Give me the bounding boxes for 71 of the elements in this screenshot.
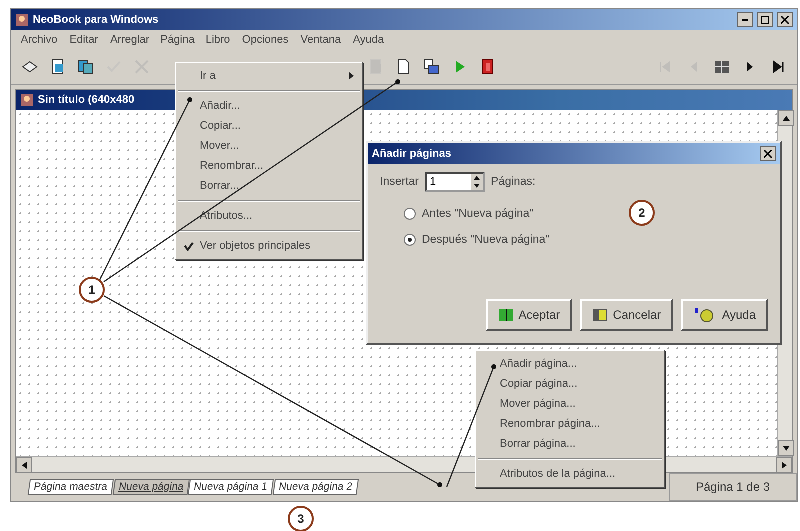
close-button[interactable] (760, 146, 776, 161)
radio-button[interactable] (404, 234, 416, 246)
menu-item[interactable]: Copiar página... (476, 374, 664, 394)
pages-label: Páginas: (491, 176, 536, 188)
radio-label: Después "Nueva página" (422, 234, 550, 246)
page-tab[interactable]: Nueva página 2 (272, 479, 359, 495)
menu-item[interactable]: Añadir página... (476, 354, 664, 374)
menu-item[interactable]: Ir a (176, 66, 362, 86)
page-icon (396, 59, 412, 75)
door-icon (480, 59, 496, 75)
radio-label: Antes "Nueva página" (422, 208, 534, 220)
close-icon (764, 150, 772, 158)
document-title: Sin título (640x480 (38, 94, 135, 106)
left-arrow-icon (20, 462, 28, 468)
down-arrow-icon (782, 444, 790, 452)
minimize-icon (742, 18, 748, 20)
menu-item[interactable]: Atributos... (176, 206, 362, 226)
window-title: NeoBook para Windows (33, 14, 160, 26)
menu-item[interactable]: Añadir... (176, 96, 362, 116)
maximize-button[interactable] (757, 12, 773, 27)
scroll-up-button[interactable] (778, 110, 794, 126)
page-tab[interactable]: Nueva página (112, 479, 190, 495)
app-icon (15, 12, 29, 26)
menu-bar-item[interactable]: Arreglar (104, 31, 156, 49)
page-tab[interactable]: Nueva página 1 (188, 479, 274, 495)
book-icon (592, 307, 608, 323)
menu-bar-item[interactable]: Archivo (15, 31, 64, 49)
menu-bar-item[interactable]: Ventana (294, 31, 348, 49)
menu-item[interactable]: Mover... (176, 136, 362, 156)
insert-label: Insertar (380, 176, 419, 188)
checkmark-icon (184, 242, 194, 250)
menu-item[interactable]: Renombrar página... (476, 414, 664, 434)
dialog-title: Añadir páginas (372, 148, 452, 160)
menu-item[interactable]: Renombrar... (176, 156, 362, 176)
menu-bar-item[interactable]: Ayuda (347, 31, 390, 49)
diamond-icon (22, 59, 38, 75)
spin-arrows-icon (471, 174, 483, 190)
scroll-down-button[interactable] (778, 440, 794, 456)
menu-bar-item[interactable]: Editar (64, 31, 104, 49)
menu-item[interactable]: Ver objetos principales (176, 236, 362, 256)
book-icon (498, 307, 514, 323)
menu-bar-item[interactable]: Página (156, 32, 200, 48)
menu-item[interactable]: Borrar página... (476, 434, 664, 454)
menu-bar-item[interactable]: Opciones (236, 31, 295, 49)
minimize-button[interactable] (737, 12, 753, 27)
menu-item[interactable]: Mover página... (476, 394, 664, 414)
grid-icon (714, 59, 730, 75)
close-button[interactable] (777, 12, 793, 27)
dialog-button[interactable]: Ayuda (681, 299, 768, 331)
radio-button[interactable] (404, 208, 416, 220)
dialog-button[interactable]: Cancelar (580, 299, 674, 331)
document-icon (50, 59, 66, 75)
scroll-right-button[interactable] (776, 457, 792, 473)
page-tab[interactable]: Página maestra (28, 479, 114, 495)
app-icon (20, 93, 34, 107)
pages-icon (424, 59, 440, 75)
count-field[interactable]: 1 (425, 172, 485, 192)
maximize-icon (761, 16, 769, 24)
status-panel: Página 1 de 3 (669, 473, 797, 501)
documents-icon (78, 59, 94, 75)
submenu-arrow-icon (349, 72, 354, 80)
menu-item[interactable]: Atributos de la página... (476, 464, 664, 484)
right-arrow-icon (780, 462, 788, 468)
scroll-left-button[interactable] (16, 457, 32, 473)
menu-bar-item[interactable]: Libro (200, 31, 236, 49)
menu-item[interactable]: Borrar... (176, 176, 362, 196)
up-arrow-icon (782, 114, 790, 122)
callout-number: 3 (288, 506, 314, 531)
dialog-button[interactable]: Aceptar (486, 299, 572, 331)
menu-item[interactable]: Copiar... (176, 116, 362, 136)
close-icon (781, 16, 789, 24)
